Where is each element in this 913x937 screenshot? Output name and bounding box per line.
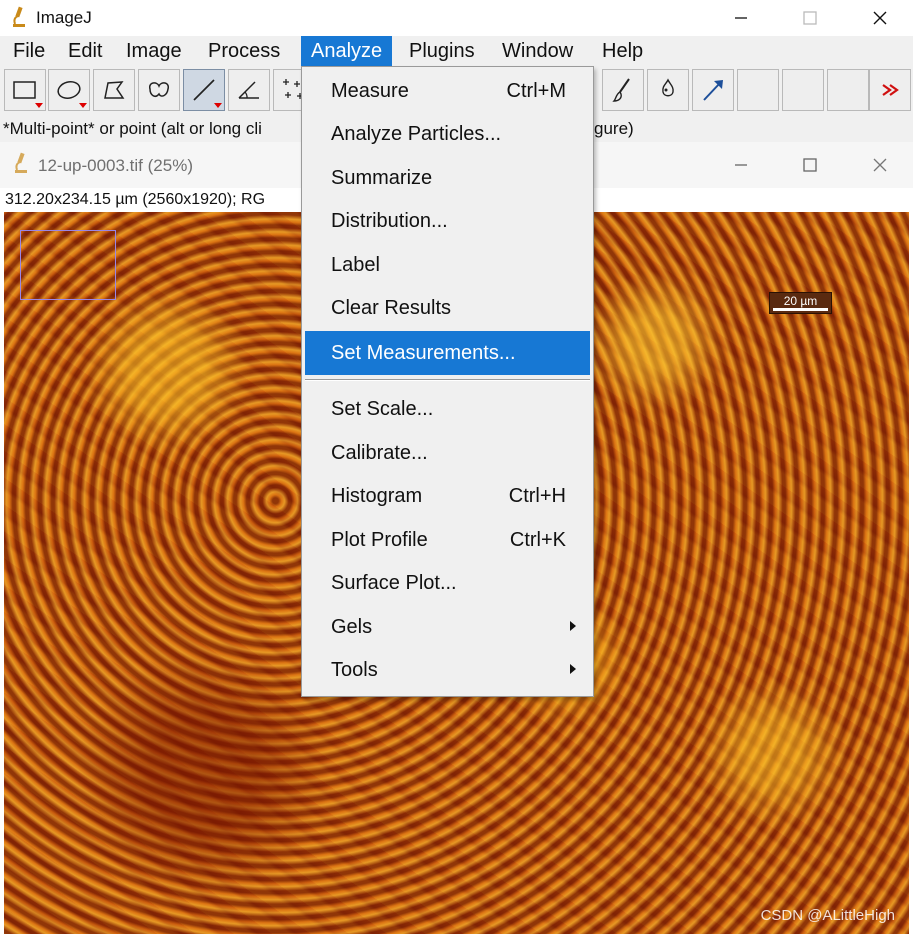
freehand-tool[interactable] [138, 69, 180, 111]
close-button[interactable] [845, 0, 913, 36]
more-tools-button[interactable] [869, 69, 911, 111]
menu-item-set-scale[interactable]: Set Scale... [305, 393, 590, 427]
submenu-arrow-icon [570, 621, 576, 631]
menu-item-surface-plot[interactable]: Surface Plot... [305, 567, 590, 601]
menu-item-gels[interactable]: Gels [305, 611, 590, 645]
polygon-icon [104, 81, 125, 99]
analyze-menu-dropdown: Measure Ctrl+M Analyze Particles... Summ… [301, 66, 594, 697]
double-chevron-right-icon [882, 84, 899, 96]
image-window-title: 12-up-0003.tif (25%) [38, 156, 193, 175]
brush-tool[interactable] [602, 69, 644, 111]
arrow-tool[interactable] [692, 69, 734, 111]
scale-bar-label: 20 µm [783, 294, 818, 308]
menu-item-calibrate[interactable]: Calibrate... [305, 437, 590, 471]
empty-tool-slot[interactable] [782, 69, 824, 111]
minimize-icon [735, 164, 747, 166]
scale-bar-line [773, 308, 828, 311]
microscope-icon [13, 6, 25, 27]
menu-item-analyze-particles[interactable]: Analyze Particles... [305, 118, 590, 152]
submenu-indicator-icon [79, 103, 87, 108]
maximize-icon [803, 11, 817, 25]
menu-item-summarize[interactable]: Summarize [305, 162, 590, 196]
roi-rectangle[interactable] [20, 230, 116, 300]
menu-item-label[interactable]: Label [305, 249, 590, 283]
menu-file[interactable]: File [3, 36, 55, 66]
app-titlebar: ImageJ [0, 0, 913, 36]
close-icon [873, 158, 887, 172]
rectangle-icon [13, 81, 36, 99]
oval-icon [57, 81, 81, 99]
maximize-button[interactable] [775, 0, 845, 36]
status-text: *Multi-point* or point (alt or long cli [3, 119, 262, 138]
menu-window[interactable]: Window [492, 36, 583, 66]
rectangle-tool[interactable] [4, 69, 46, 111]
menu-help[interactable]: Help [592, 36, 653, 66]
menu-item-set-measurements[interactable]: Set Measurements... [305, 331, 590, 375]
polygon-tool[interactable] [93, 69, 135, 111]
arrow-icon [703, 80, 723, 101]
dropper-icon [662, 78, 674, 97]
maximize-icon [803, 158, 817, 172]
image-minimize-button[interactable] [706, 142, 776, 188]
scale-bar: 20 µm [769, 292, 832, 314]
brush-icon [612, 78, 630, 102]
image-close-button[interactable] [845, 142, 913, 188]
straight-line-icon [193, 79, 215, 101]
menu-item-measure[interactable]: Measure Ctrl+M [305, 75, 590, 109]
line-tool[interactable] [183, 69, 225, 111]
minimize-button[interactable] [706, 0, 776, 36]
menu-item-clear-results[interactable]: Clear Results [305, 292, 590, 326]
shortcut-label: Ctrl+H [508, 485, 566, 507]
app-title: ImageJ [36, 8, 92, 27]
menu-plugins[interactable]: Plugins [399, 36, 485, 66]
microscope-icon [15, 152, 27, 173]
angle-icon [238, 81, 259, 99]
menu-process[interactable]: Process [198, 36, 290, 66]
menu-edit[interactable]: Edit [58, 36, 112, 66]
menu-analyze[interactable]: Analyze [301, 36, 393, 66]
menu-image[interactable]: Image [116, 36, 192, 66]
shortcut-label: Ctrl+K [509, 529, 566, 551]
submenu-indicator-icon [35, 103, 43, 108]
menu-item-tools[interactable]: Tools [305, 654, 590, 688]
menu-item-histogram[interactable]: Histogram Ctrl+H [305, 480, 590, 514]
minimize-icon [735, 17, 747, 19]
shortcut-label: Ctrl+M [506, 80, 566, 102]
dropper-tool[interactable] [647, 69, 689, 111]
watermark: CSDN @ALittleHigh [760, 907, 895, 924]
menubar: File Edit Image Process Analyze Plugins … [0, 36, 913, 67]
menu-item-distribution[interactable]: Distribution... [305, 205, 590, 239]
submenu-arrow-icon [570, 664, 576, 674]
oval-tool[interactable] [48, 69, 90, 111]
status-text-tail: gure) [594, 119, 634, 138]
freehand-icon [148, 82, 170, 97]
submenu-indicator-icon [214, 103, 222, 108]
empty-tool-slot[interactable] [827, 69, 869, 111]
menu-item-plot-profile[interactable]: Plot Profile Ctrl+K [305, 524, 590, 558]
menu-separator [305, 379, 590, 381]
angle-tool[interactable] [228, 69, 270, 111]
empty-tool-slot[interactable] [737, 69, 779, 111]
image-maximize-button[interactable] [775, 142, 845, 188]
close-icon [873, 11, 887, 25]
